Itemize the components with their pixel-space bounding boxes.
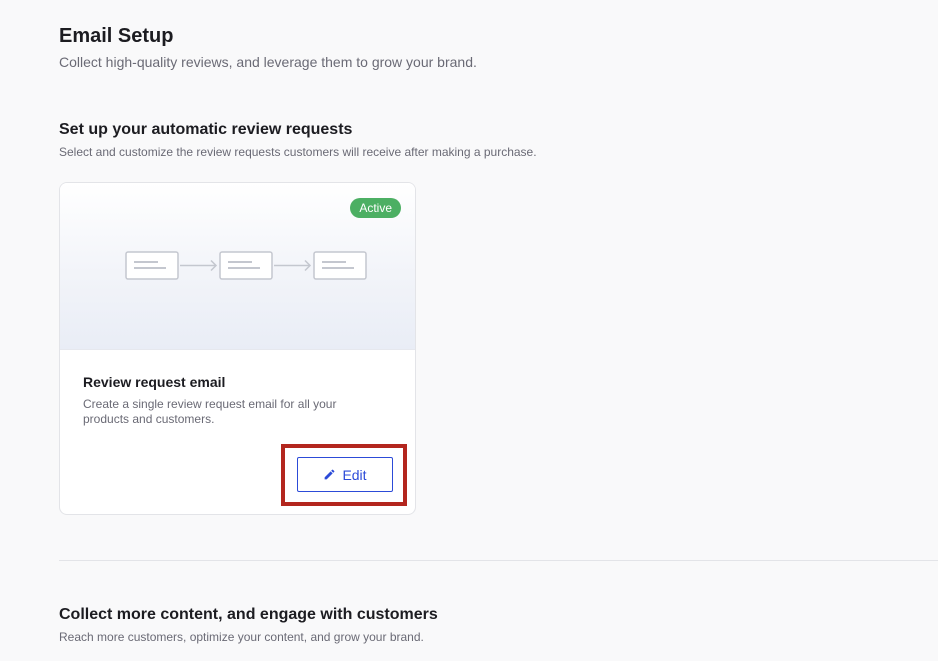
page-subtitle: Collect high-quality reviews, and levera… xyxy=(59,54,477,70)
flow-arrow xyxy=(180,259,218,272)
engage-section-subtitle: Reach more customers, optimize your cont… xyxy=(59,630,424,644)
email-flow-illustration xyxy=(125,251,367,280)
email-setup-page: Email Setup Collect high-quality reviews… xyxy=(0,0,938,661)
card-description: Create a single review request email for… xyxy=(83,397,337,426)
flow-arrow xyxy=(274,259,312,272)
edit-button-label: Edit xyxy=(342,466,367,483)
review-requests-section-title: Set up your automatic review requests xyxy=(59,121,353,138)
pencil-icon xyxy=(325,469,335,480)
card-title: Review request email xyxy=(83,374,226,390)
engage-section-title: Collect more content, and engage with cu… xyxy=(59,606,438,623)
review-requests-section-subtitle: Select and customize the review requests… xyxy=(59,145,537,159)
status-badge: Active xyxy=(350,198,401,218)
flow-step-box xyxy=(219,251,273,280)
edit-button[interactable]: Edit xyxy=(297,457,393,492)
page-title: Email Setup xyxy=(59,25,174,47)
card-illustration-area: Active xyxy=(60,183,415,350)
flow-step-box xyxy=(313,251,367,280)
section-divider xyxy=(59,560,938,561)
flow-step-box xyxy=(125,251,179,280)
